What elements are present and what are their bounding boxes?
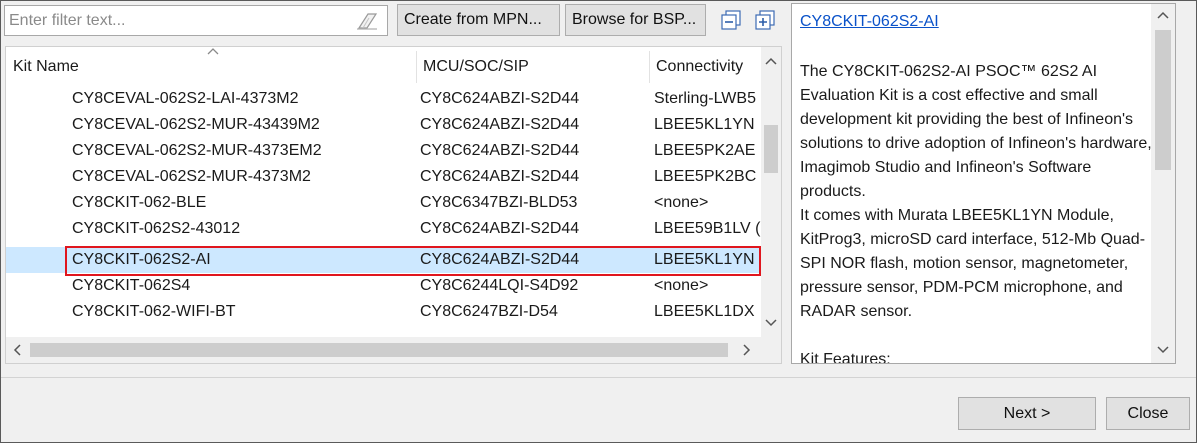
description-content: CY8CKIT-062S2-AI The CY8CKIT-062S2-AI PS…: [800, 10, 1152, 364]
filter-input[interactable]: [9, 10, 344, 32]
connectivity-cell: LBEE5KL1YN: [654, 251, 755, 268]
close-button[interactable]: Close: [1106, 397, 1190, 430]
table-row[interactable]: CY8CEVAL-062S2-MUR-4373M2 CY8C624ABZI-S2…: [6, 164, 761, 190]
filter-box[interactable]: [4, 5, 388, 36]
clear-filter-icon[interactable]: [355, 11, 381, 31]
kit-name-cell: CY8CKIT-062S4: [72, 277, 191, 294]
scroll-down-icon[interactable]: [1153, 340, 1173, 358]
table-row[interactable]: CY8CKIT-062-WIFI-BT CY8C6247BZI-D54 LBEE…: [6, 299, 761, 325]
kit-name-cell: CY8CEVAL-062S2-MUR-43439M2: [72, 116, 320, 133]
kit-table: Kit Name MCU/SOC/SIP Connectivity CY8CEV…: [5, 46, 782, 364]
table-row[interactable]: CY8CKIT-062S4 CY8C6244LQI-S4D92 <none>: [6, 273, 761, 299]
scroll-right-icon[interactable]: [736, 341, 756, 359]
description-text: The CY8CKIT-062S2-AI PSOC™ 62S2 AI Evalu…: [800, 60, 1152, 324]
mcu-cell: CY8C624ABZI-S2D44: [420, 142, 580, 159]
kit-name-cell: CY8CKIT-062S2-43012: [72, 220, 241, 237]
table-row[interactable]: CY8CEVAL-062S2-MUR-43439M2 CY8C624ABZI-S…: [6, 112, 761, 138]
footer-divider: [1, 377, 1196, 378]
horizontal-scroll-thumb[interactable]: [30, 343, 728, 357]
browse-for-bsp-button[interactable]: Browse for BSP...: [565, 4, 706, 36]
mcu-cell: CY8C6247BZI-D54: [420, 303, 558, 320]
mcu-cell: CY8C624ABZI-S2D44: [420, 116, 580, 133]
table-row[interactable]: CY8CEVAL-062S2-LAI-4373M2 CY8C624ABZI-S2…: [6, 86, 761, 112]
connectivity-cell: LBEE5KL1YN: [654, 116, 755, 133]
connectivity-cell: LBEE5PK2AE: [654, 142, 756, 159]
table-vertical-scrollbar[interactable]: [761, 47, 781, 337]
mcu-cell: CY8C624ABZI-S2D44: [420, 168, 580, 185]
column-header-kit-name[interactable]: Kit Name: [6, 47, 416, 85]
connectivity-cell: Sterling-LWB5: [654, 90, 756, 107]
table-horizontal-scrollbar[interactable]: [6, 337, 761, 363]
kit-description-panel: CY8CKIT-062S2-AI The CY8CKIT-062S2-AI PS…: [791, 3, 1176, 364]
connectivity-cell: <none>: [654, 277, 709, 294]
kit-features-heading: Kit Features:: [800, 351, 891, 364]
kit-name-cell: CY8CKIT-062-BLE: [72, 194, 207, 211]
mcu-cell: CY8C624ABZI-S2D44: [420, 251, 580, 268]
scroll-up-icon[interactable]: [1153, 7, 1173, 25]
expand-all-icon[interactable]: [755, 10, 775, 30]
table-row-selected[interactable]: CY8CKIT-062S2-AI CY8C624ABZI-S2D44 LBEE5…: [6, 247, 761, 273]
create-from-mpn-button[interactable]: Create from MPN...: [397, 4, 560, 36]
description-paragraph: It comes with Murata LBEE5KL1YN Module, …: [800, 207, 1146, 320]
description-scroll-thumb[interactable]: [1155, 30, 1171, 170]
kit-name-cell: CY8CEVAL-062S2-MUR-4373M2: [72, 168, 311, 185]
mcu-cell: CY8C6347BZI-BLD53: [420, 194, 578, 211]
table-row[interactable]: CY8CKIT-062S2-43012 CY8C624ABZI-S2D44 LB…: [6, 216, 761, 242]
connectivity-cell: <none>: [654, 194, 709, 211]
table-header: Kit Name MCU/SOC/SIP Connectivity: [6, 47, 761, 85]
scroll-up-icon[interactable]: [761, 53, 781, 71]
vertical-scroll-thumb[interactable]: [764, 125, 778, 173]
collapse-all-icon[interactable]: [721, 10, 741, 30]
mcu-cell: CY8C624ABZI-S2D44: [420, 220, 580, 237]
kit-name-cell: CY8CEVAL-062S2-MUR-4373EM2: [72, 142, 322, 159]
connectivity-cell: LBEE5KL1DX: [654, 303, 755, 320]
connectivity-cell: LBEE59B1LV (: [654, 220, 761, 237]
scroll-down-icon[interactable]: [761, 313, 781, 331]
kit-name-cell: CY8CEVAL-062S2-LAI-4373M2: [72, 90, 299, 107]
description-paragraph: The CY8CKIT-062S2-AI PSOC™ 62S2 AI Evalu…: [800, 63, 1152, 200]
scroll-left-icon[interactable]: [8, 341, 28, 359]
description-vertical-scrollbar[interactable]: [1151, 4, 1175, 363]
table-body: CY8CEVAL-062S2-LAI-4373M2 CY8C624ABZI-S2…: [6, 86, 761, 336]
connectivity-cell: LBEE5PK2BC: [654, 168, 757, 185]
next-button[interactable]: Next >: [958, 397, 1096, 430]
column-header-mcu[interactable]: MCU/SOC/SIP: [416, 47, 649, 85]
table-row[interactable]: CY8CKIT-062-BLE CY8C6347BZI-BLD53 <none>: [6, 190, 761, 216]
table-row[interactable]: CY8CEVAL-062S2-MUR-4373EM2 CY8C624ABZI-S…: [6, 138, 761, 164]
column-header-connectivity[interactable]: Connectivity: [649, 47, 761, 85]
kit-name-cell: CY8CKIT-062S2-AI: [72, 251, 211, 268]
mcu-cell: CY8C624ABZI-S2D44: [420, 90, 580, 107]
scrollbar-corner: [761, 337, 781, 363]
kit-name-cell: CY8CKIT-062-WIFI-BT: [72, 303, 236, 320]
kit-link[interactable]: CY8CKIT-062S2-AI: [800, 10, 1152, 34]
mcu-cell: CY8C6244LQI-S4D92: [420, 277, 579, 294]
